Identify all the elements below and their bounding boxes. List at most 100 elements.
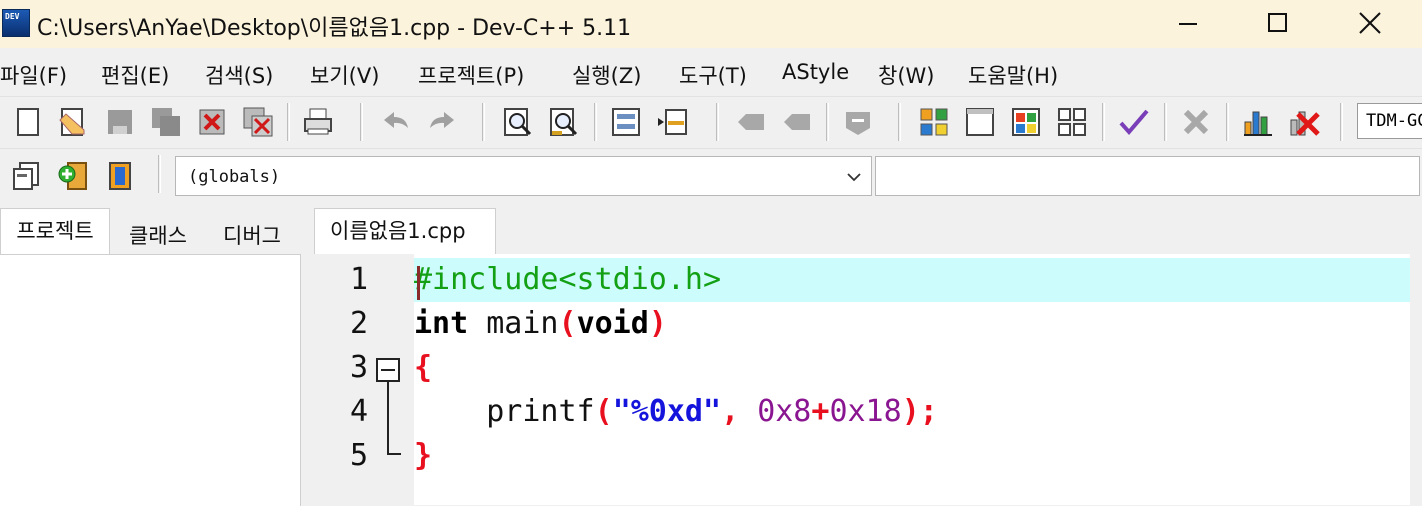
menu-bar: 파일(F) 편집(E) 검색(S) 보기(V) 프로젝트(P) 실행(Z) 도구… — [0, 48, 1422, 96]
project-panel: 프로젝트 클래스 디버그 — [0, 204, 302, 506]
keyword: int — [414, 306, 469, 341]
editor-right-edge — [1410, 254, 1422, 505]
tab-project[interactable]: 프로젝트 — [0, 208, 110, 254]
compile-icon[interactable] — [918, 106, 950, 138]
fold-line — [387, 382, 389, 455]
editor-tab-file[interactable]: 이름없음1.cpp — [314, 208, 496, 254]
compile-run-icon[interactable] — [1010, 106, 1042, 138]
project-tree[interactable] — [0, 254, 301, 506]
preprocessor-directive: #include<stdio.h> — [414, 262, 722, 297]
number-literal: 0x8 — [757, 394, 812, 429]
menu-tools[interactable]: 도구(T) — [679, 60, 747, 90]
symbol: , — [721, 394, 740, 429]
add-to-project-icon[interactable] — [56, 160, 88, 192]
fold-collapse-icon[interactable] — [376, 358, 400, 382]
toolbar-separator — [1164, 103, 1167, 141]
maximize-button[interactable] — [1243, 0, 1313, 46]
identifier: printf — [486, 394, 595, 429]
menu-view[interactable]: 보기(V) — [310, 60, 379, 90]
class-browser-select[interactable]: (globals) — [175, 156, 872, 196]
find-icon[interactable] — [502, 106, 534, 138]
code-line-4: printf("%0xd", 0x8+0x18); — [414, 390, 1410, 434]
class-browser-value: (globals) — [188, 167, 281, 187]
symbol: ( — [594, 394, 613, 429]
line-number: 1 — [349, 262, 368, 297]
new-file-icon[interactable] — [12, 106, 44, 138]
class-toolbar: (globals) — [0, 148, 1422, 205]
toolbar-separator — [1226, 103, 1229, 141]
title-bar: DEV C:\Users\AnYae\Desktop\이름없음1.cpp - D… — [0, 0, 1422, 48]
remove-from-project-icon[interactable] — [104, 160, 136, 192]
code-line-2: int main(void) — [414, 302, 1410, 346]
line-number: 5 — [349, 438, 368, 473]
save-all-icon[interactable] — [150, 106, 182, 138]
tab-debug[interactable]: 디버그 — [206, 214, 298, 254]
identifier: main — [468, 306, 559, 341]
symbol: ) — [648, 306, 667, 341]
print-icon[interactable] — [302, 106, 334, 138]
menu-file[interactable]: 파일(F) — [0, 60, 67, 90]
menu-edit[interactable]: 편집(E) — [101, 60, 169, 90]
stop-icon[interactable] — [1288, 106, 1320, 138]
symbol: + — [811, 394, 830, 429]
profile-icon[interactable] — [1242, 106, 1274, 138]
close-all-icon[interactable] — [242, 106, 274, 138]
indent-icon[interactable] — [610, 106, 642, 138]
goto-bookmark-icon[interactable] — [782, 106, 814, 138]
menu-help[interactable]: 도움말(H) — [968, 60, 1058, 90]
toolbar-separator — [1340, 103, 1343, 141]
text-caret — [417, 266, 420, 300]
symbol: { — [414, 350, 433, 385]
toolbar-separator — [826, 103, 829, 141]
comment-icon[interactable] — [842, 106, 874, 138]
save-icon[interactable] — [104, 106, 136, 138]
syntax-check-icon[interactable] — [1118, 106, 1150, 138]
toolbar-separator — [1102, 103, 1105, 141]
undo-icon[interactable] — [380, 106, 412, 138]
code-editor[interactable]: 1 2 3 4 5 #include<stdio.h> int main(voi… — [318, 254, 1410, 505]
toolbar-separator — [158, 155, 161, 193]
toolbar-separator — [360, 103, 363, 141]
code-line-1: #include<stdio.h> — [414, 258, 1410, 302]
fold-end-marker — [387, 453, 401, 455]
line-number: 2 — [349, 306, 368, 341]
unindent-icon[interactable] — [656, 106, 688, 138]
maximize-icon — [1268, 13, 1287, 32]
menu-window[interactable]: 창(W) — [878, 60, 934, 90]
new-project-icon[interactable] — [10, 160, 42, 192]
chevron-down-icon — [847, 173, 861, 182]
menu-astyle[interactable]: AStyle — [782, 60, 849, 84]
toggle-bookmark-icon[interactable] — [736, 106, 768, 138]
keyword: void — [576, 306, 649, 341]
open-file-icon[interactable] — [56, 106, 88, 138]
tab-classes[interactable]: 클래스 — [112, 214, 204, 254]
menu-execute[interactable]: 실행(Z) — [572, 60, 641, 90]
close-button[interactable] — [1335, 0, 1405, 46]
toolbar-separator — [594, 103, 597, 141]
main-toolbar: TDM-GCC — [0, 96, 1422, 147]
menu-project[interactable]: 프로젝트(P) — [418, 60, 524, 90]
minimize-button[interactable] — [1153, 0, 1223, 46]
line-number: 4 — [349, 394, 368, 429]
member-browser-select[interactable] — [875, 156, 1420, 196]
compiler-select[interactable]: TDM-GCC — [1357, 103, 1422, 139]
menu-search[interactable]: 검색(S) — [205, 60, 273, 90]
delete-icon[interactable] — [1180, 106, 1212, 138]
symbol: ( — [558, 306, 577, 341]
line-number-gutter: 1 2 3 4 5 — [318, 254, 414, 505]
code-line-3: { — [414, 346, 1410, 390]
replace-icon[interactable] — [548, 106, 580, 138]
minimize-icon — [1179, 23, 1197, 25]
toolbar-separator — [898, 103, 901, 141]
string-literal: "%0xd" — [612, 394, 722, 429]
window-title: C:\Users\AnYae\Desktop\이름없음1.cpp - Dev-C… — [37, 16, 632, 41]
rebuild-icon[interactable] — [1056, 106, 1088, 138]
run-icon[interactable] — [964, 106, 996, 138]
line-number: 3 — [349, 350, 368, 385]
redo-icon[interactable] — [426, 106, 458, 138]
close-file-icon[interactable] — [196, 106, 228, 138]
number-literal: 0x18 — [829, 394, 902, 429]
devcpp-app-icon: DEV — [2, 9, 30, 37]
